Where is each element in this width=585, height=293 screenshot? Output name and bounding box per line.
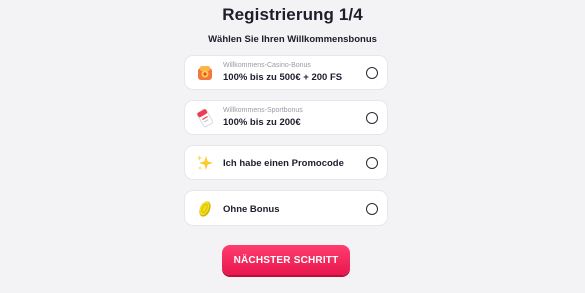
sport-ticket-icon [195, 108, 215, 128]
bonus-option-promocode[interactable]: Ich habe einen Promocode [184, 145, 388, 180]
radio-button[interactable] [366, 203, 378, 215]
bonus-option-casino[interactable]: Willkommens-Casino-Bonus 100% bis zu 500… [184, 55, 388, 90]
bonus-caption: Willkommens-Casino-Bonus [223, 62, 311, 69]
sparkle-icon [195, 153, 215, 173]
radio-button[interactable] [366, 112, 378, 124]
casino-chip-icon [195, 63, 215, 83]
bonus-label: 100% bis zu 200€ [223, 117, 301, 128]
next-step-button[interactable]: NÄCHSTER SCHRITT [222, 245, 350, 275]
coin-icon [195, 199, 215, 219]
bonus-option-sport[interactable]: Willkommens-Sportbonus 100% bis zu 200€ [184, 100, 388, 135]
bonus-label: Ich habe einen Promocode [223, 158, 344, 169]
page-title: Registrierung 1/4 [222, 5, 363, 24]
radio-button[interactable] [366, 157, 378, 169]
radio-button[interactable] [366, 67, 378, 79]
page-subtitle: Wählen Sie Ihren Willkommensbonus [208, 34, 377, 45]
bonus-label: Ohne Bonus [223, 204, 280, 215]
bonus-label: 100% bis zu 500€ + 200 FS [223, 72, 343, 83]
bonus-caption: Willkommens-Sportbonus [223, 107, 303, 114]
bonus-option-none[interactable]: Ohne Bonus [184, 190, 388, 226]
